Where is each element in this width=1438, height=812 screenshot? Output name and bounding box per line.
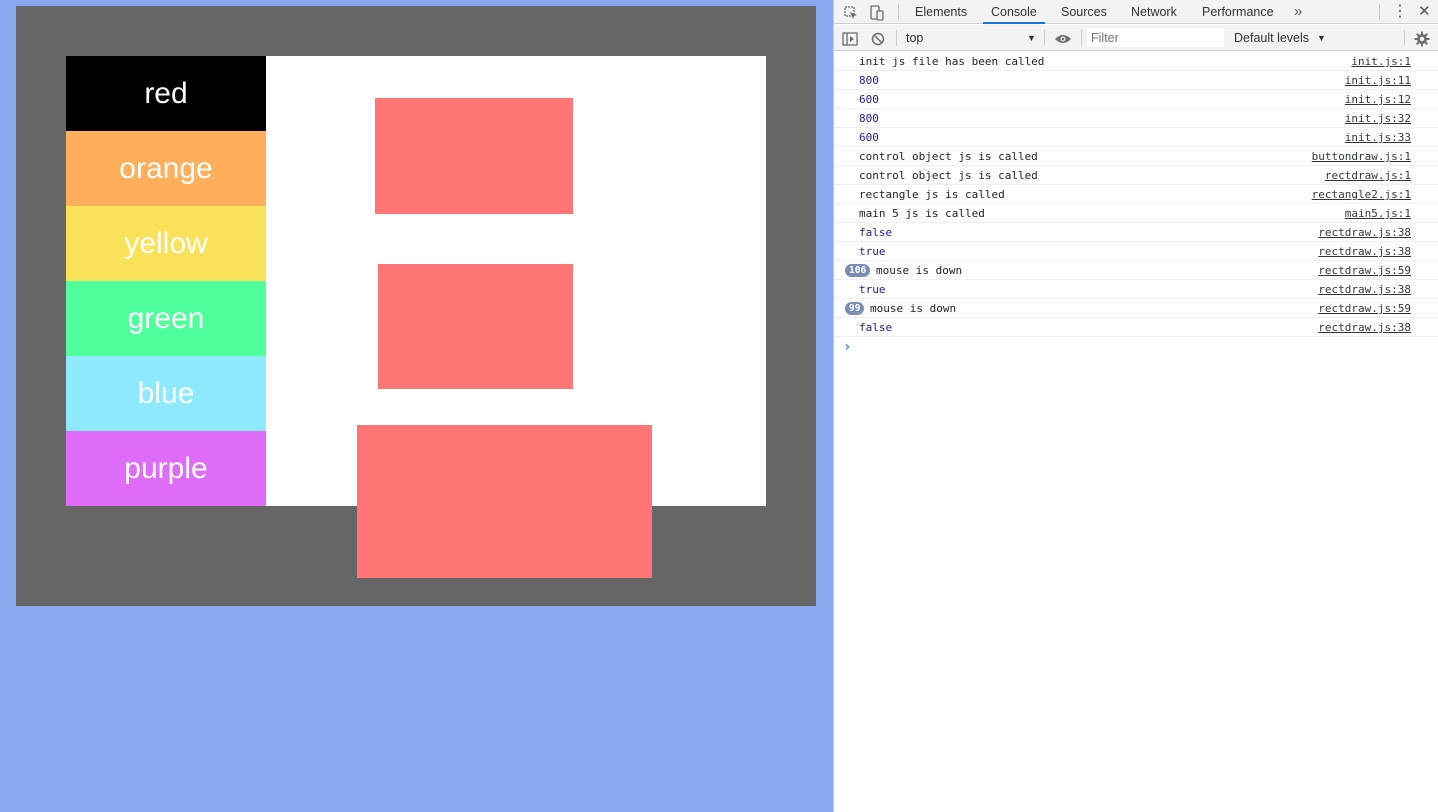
log-source-link[interactable]: buttondraw.js:1 [1312,147,1411,166]
gear-icon[interactable] [1414,26,1430,50]
log-source-link[interactable]: init.js:32 [1345,109,1411,128]
log-source-link[interactable]: rectdraw.js:59 [1318,261,1411,280]
log-message: false [859,321,893,334]
log-levels-select[interactable]: Default levels [1234,25,1309,51]
log-source-link[interactable]: main5.js:1 [1345,204,1411,223]
close-icon[interactable]: ✕ [1418,0,1431,24]
drawn-rectangle[interactable] [357,425,652,578]
clear-console-icon[interactable] [871,26,885,50]
log-row: false rectdraw.js:38 [834,318,1438,337]
log-source-link[interactable]: rectdraw.js:59 [1318,299,1411,318]
drawn-rectangle[interactable] [375,98,573,214]
kebab-menu-icon[interactable]: ⋮ [1392,0,1408,24]
log-message: false [859,226,893,239]
log-message: true [859,245,886,258]
context-select[interactable]: top [906,25,923,51]
drawn-rectangle[interactable] [378,264,573,389]
log-row: control object js is called buttondraw.js… [834,147,1438,166]
toolbar-divider [1044,30,1045,46]
filter-input[interactable] [1087,28,1224,47]
log-row: false rectdraw.js:38 [834,223,1438,242]
log-row: 800 init.js:11 [834,71,1438,90]
levels-dropdown-arrow-icon[interactable]: ▼ [1317,25,1326,51]
repeat-count-badge: 106 [845,264,871,277]
log-row: control object js is called rectdraw.js:1 [834,166,1438,185]
color-button-purple[interactable]: purple [66,431,266,506]
color-button-orange[interactable]: orange [66,131,266,206]
log-message: init js file has been called [859,55,1045,68]
repeat-count-badge: 99 [845,302,865,315]
log-source-link[interactable]: rectdraw.js:38 [1318,318,1411,337]
sidebar-toggle-icon[interactable] [842,26,858,50]
eye-icon[interactable] [1054,26,1072,50]
log-row: 600 init.js:33 [834,128,1438,147]
toolbar-divider [1404,30,1405,46]
tab-sources[interactable]: Sources [1061,0,1107,24]
device-toolbar-icon[interactable] [870,0,884,24]
log-source-link[interactable]: init.js:11 [1345,71,1411,90]
log-message: rectangle js is called [859,188,1005,201]
chevron-double-right-icon[interactable]: » [1294,0,1302,24]
log-message: control object js is called [859,169,1038,182]
log-message: 600 [859,131,879,144]
devtools-panel: Elements Console Sources Network Perform… [833,0,1438,812]
log-message: control object js is called [859,150,1038,163]
log-message: 800 [859,112,879,125]
log-message: mouse is down [876,264,963,277]
log-message: 800 [859,74,879,87]
log-row: rectangle js is called rectangle2.js:1 [834,185,1438,204]
log-source-link[interactable]: init.js:33 [1345,128,1411,147]
log-row: 106 mouse is down rectdraw.js:59 [834,261,1438,280]
toolbar-divider [1081,30,1082,46]
color-button-green[interactable]: green [66,281,266,356]
log-source-link[interactable]: rectdraw.js:38 [1318,223,1411,242]
devtools-tab-bar: Elements Console Sources Network Perform… [834,0,1438,24]
toolbar-divider [898,4,899,20]
log-source-link[interactable]: init.js:1 [1351,52,1411,71]
console-toolbar: top ▼ Default levels ▼ [834,25,1438,51]
log-message: true [859,283,886,296]
console-log: init js file has been called init.js:1 80… [834,52,1438,357]
page-viewport: red orange yellow green blue purple [0,0,833,812]
color-button-blue[interactable]: blue [66,356,266,431]
log-row: 800 init.js:32 [834,109,1438,128]
log-message: mouse is down [870,302,957,315]
prompt-chevron-icon: › [843,339,852,355]
log-row: 99 mouse is down rectdraw.js:59 [834,299,1438,318]
log-message: 600 [859,93,879,106]
log-row: 600 init.js:12 [834,90,1438,109]
color-button-red[interactable]: red [66,56,266,131]
console-prompt[interactable]: › [834,337,1438,357]
toolbar-divider [1379,4,1380,20]
context-dropdown-arrow-icon[interactable]: ▼ [1027,25,1036,51]
log-row: true rectdraw.js:38 [834,280,1438,299]
log-source-link[interactable]: rectangle2.js:1 [1312,185,1411,204]
log-row: true rectdraw.js:38 [834,242,1438,261]
inspect-element-icon[interactable] [844,0,858,24]
color-button-yellow[interactable]: yellow [66,206,266,281]
log-row: main 5 js is called main5.js:1 [834,204,1438,223]
log-source-link[interactable]: rectdraw.js:38 [1318,280,1411,299]
log-source-link[interactable]: init.js:12 [1345,90,1411,109]
tab-console[interactable]: Console [983,0,1045,24]
toolbar-divider [896,30,897,46]
tab-elements[interactable]: Elements [915,0,967,24]
log-message: main 5 js is called [859,207,985,220]
log-source-link[interactable]: rectdraw.js:38 [1318,242,1411,261]
tab-performance[interactable]: Performance [1202,0,1274,24]
log-source-link[interactable]: rectdraw.js:1 [1325,166,1411,185]
log-row: init js file has been called init.js:1 [834,52,1438,71]
tab-network[interactable]: Network [1131,0,1177,24]
